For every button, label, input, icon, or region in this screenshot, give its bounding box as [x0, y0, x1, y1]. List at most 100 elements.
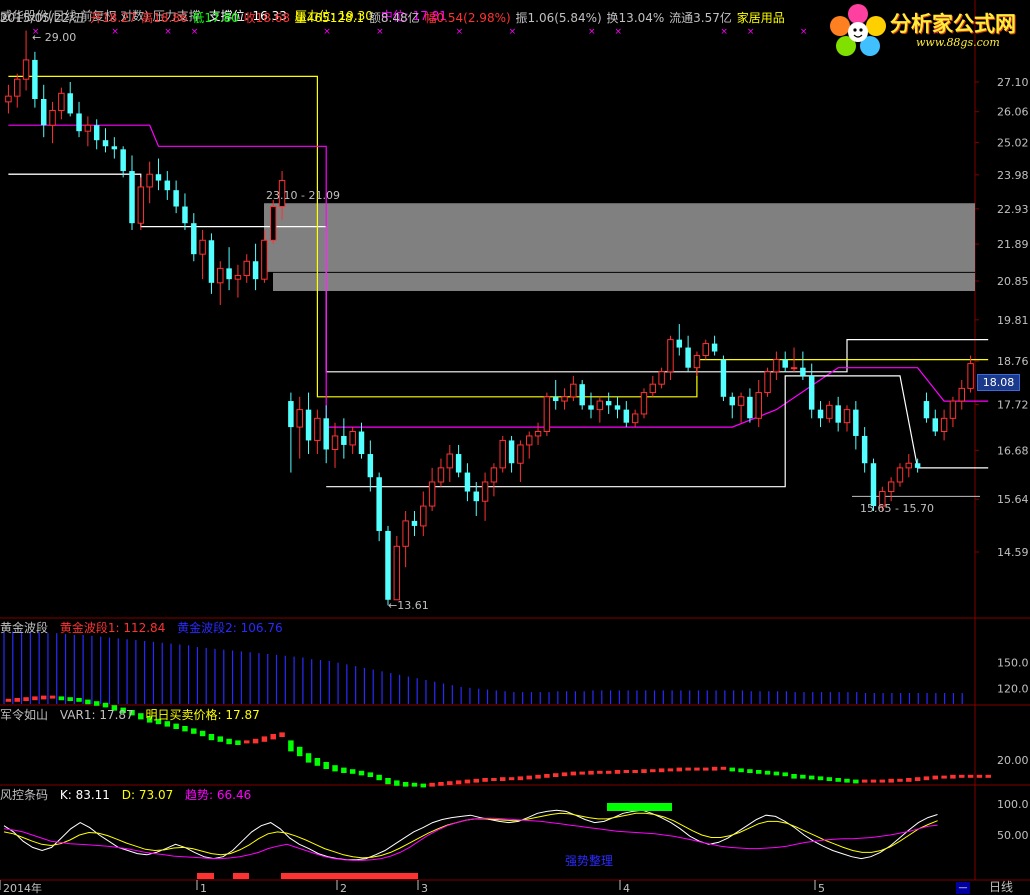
- candle-down: [129, 171, 135, 224]
- candle-down: [800, 367, 806, 376]
- price-zones: [264, 203, 975, 292]
- panel2-tick-label: 20.00: [997, 754, 1029, 767]
- candle-up: [543, 396, 551, 433]
- quote-amount: 额8.48亿: [368, 11, 420, 25]
- candle-down: [182, 206, 188, 224]
- var1-bar: [976, 774, 983, 778]
- var1-bar: [217, 736, 224, 742]
- candle-down: [685, 347, 691, 368]
- var1-bar: [40, 695, 47, 700]
- candle-down: [932, 418, 939, 432]
- panel3-d: D: 73.07: [121, 788, 174, 802]
- candle-down: [208, 240, 215, 283]
- strong-consolidation-label: 强势整理: [565, 854, 614, 868]
- var1-bar: [755, 770, 762, 774]
- chart-canvas[interactable]: ××××××××××××××× 150.0120.0 20.00 100.050…: [0, 0, 1030, 895]
- candle-up: [887, 481, 895, 493]
- candle-down: [729, 396, 735, 406]
- candle-up: [331, 435, 339, 450]
- var1-bar: [782, 772, 788, 777]
- var1-bar: [906, 778, 912, 782]
- candle-up: [402, 520, 409, 547]
- candle-down: [305, 409, 312, 441]
- var1-bar: [394, 780, 400, 786]
- var1-bar: [844, 778, 850, 783]
- var1-bar: [420, 783, 427, 788]
- strong-signal-bar: [607, 803, 672, 811]
- candle-up: [314, 417, 321, 441]
- candle-down: [226, 268, 232, 280]
- price-tick-label: 17.72: [997, 398, 1029, 411]
- var1-bar: [482, 778, 488, 782]
- var1-bar: [888, 778, 894, 783]
- price-tick-label: 16.68: [997, 444, 1029, 457]
- var1-bar: [500, 777, 506, 781]
- price-axis: 27.10 26.06 25.02 23.98 22.93 21.89 20.85 19.81…: [975, 76, 1029, 559]
- var1-bar: [67, 697, 73, 701]
- price-tick-label: 14.59: [997, 546, 1029, 559]
- panel3-name[interactable]: 风控条码: [0, 788, 48, 802]
- var1-bar: [464, 779, 471, 784]
- candle-down: [835, 405, 841, 423]
- var1-bar: [305, 753, 312, 763]
- candle-up: [896, 467, 904, 483]
- var1-bar: [667, 768, 674, 772]
- candle-up: [517, 444, 524, 464]
- candle-up: [534, 431, 542, 437]
- var1-bar: [623, 770, 630, 773]
- quote-date: 2015/05/22/五: [0, 11, 86, 25]
- panel2-name[interactable]: 军令如山: [0, 708, 48, 722]
- candle-up: [84, 124, 92, 132]
- candle-down: [102, 140, 109, 147]
- var1-bar: [76, 698, 82, 702]
- var1-bar: [861, 779, 868, 783]
- period-button[interactable]: 日线: [976, 880, 1026, 895]
- var1-bar: [411, 782, 418, 787]
- var1-bar: [199, 730, 206, 737]
- var1-bar: [720, 766, 727, 770]
- price-tick-label: 20.85: [997, 275, 1029, 288]
- low-line: [326, 375, 989, 488]
- var1-bar: [729, 767, 735, 772]
- signal-marker: ×: [191, 27, 199, 37]
- golden-wave-bars: 150.0 120.0: [3, 631, 1029, 704]
- signal-marker: ×: [588, 27, 596, 37]
- var1-bar: [508, 777, 515, 781]
- candle-up: [940, 417, 948, 433]
- candle-up: [393, 545, 401, 601]
- candle-up: [437, 467, 445, 483]
- candle-up: [5, 95, 12, 103]
- panel3-k: K: 83.11: [59, 788, 110, 802]
- quote-turnover: 换13.04%: [606, 11, 665, 25]
- candle-down: [914, 463, 921, 468]
- var1-bar: [367, 772, 374, 777]
- candle-down: [111, 146, 118, 150]
- candle-down: [367, 454, 374, 478]
- candle-down: [32, 59, 38, 99]
- var1-bar: [914, 777, 921, 781]
- candle-down: [614, 405, 621, 410]
- var1-bar: [261, 736, 268, 742]
- var1-bar: [358, 770, 365, 776]
- candle-up: [755, 392, 762, 419]
- var1-bar: [800, 774, 806, 779]
- signal-marker: ×: [164, 27, 172, 37]
- var1-bar: [711, 766, 718, 771]
- candle-down: [464, 472, 471, 492]
- var1-bar: [791, 774, 797, 779]
- var1-bar: [226, 738, 232, 745]
- quote-open: 开18.27: [90, 11, 137, 25]
- var1-bar: [93, 701, 100, 706]
- scroll-left-button[interactable]: —: [956, 882, 970, 894]
- candle-down: [93, 125, 100, 141]
- var1-bar: [579, 771, 585, 775]
- candle-up: [596, 400, 604, 411]
- var1-bar: [959, 774, 965, 778]
- candle-up: [499, 439, 506, 469]
- signal-markers: ×××××××××××××××: [32, 27, 940, 37]
- panel3-tick-label: 100.0: [997, 798, 1029, 811]
- var1-bar: [296, 746, 303, 757]
- panel1-name[interactable]: 黄金波段: [0, 621, 48, 635]
- var1-bar: [870, 779, 877, 783]
- candle-up: [764, 371, 771, 394]
